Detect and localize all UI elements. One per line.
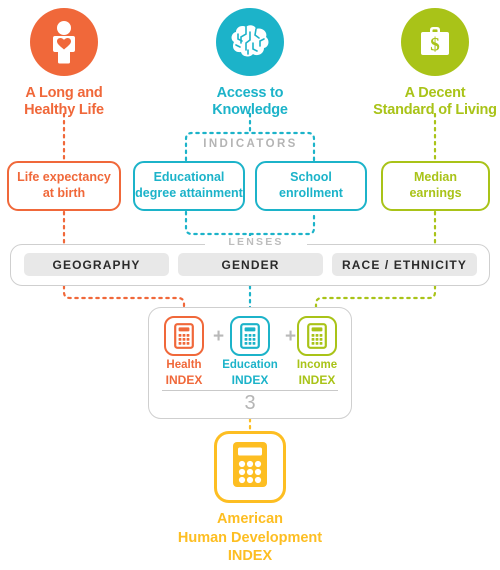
american-human-development-index-diagram: A Long and Healthy Life Access to Knowle… [0, 0, 500, 570]
pillar-health-label-line1: A Long and [25, 85, 103, 101]
indicator-life-expectancy-line1: Life expectancy [17, 170, 111, 185]
lenses-caption: LENSES [205, 236, 307, 248]
index-component-education[interactable]: Education INDEX [221, 316, 279, 387]
calculator-icon [230, 316, 270, 356]
pillar-health-label: A Long and Healthy Life [24, 85, 104, 119]
lens-pill-race-ethnicity[interactable]: RACE / ETHNICITY [332, 253, 477, 276]
lens-pill-geography[interactable]: GEOGRAPHY [24, 253, 169, 276]
index-component-income[interactable]: Income INDEX [288, 316, 346, 387]
pillar-income-label: A Decent Standard of Living [373, 85, 497, 119]
pillar-income-label-line1: A Decent [404, 85, 466, 101]
pillar-education-label-line1: Access to [216, 85, 284, 101]
final-index-label-line1: American [216, 511, 284, 527]
final-index-label-line3: INDEX [227, 548, 273, 565]
final-index-icon-box[interactable] [214, 431, 286, 503]
indicator-school-enrollment-line1: School [290, 170, 332, 185]
indicator-life-expectancy-line2: at birth [42, 186, 86, 200]
index-component-education-word: INDEX [231, 372, 269, 387]
index-component-income-name: Income [296, 359, 338, 371]
person-heart-icon [30, 8, 98, 76]
pillar-education-label-line2: Knowledge [212, 102, 288, 119]
fraction-denominator: 3 [244, 392, 256, 414]
indicators-caption: INDICATORS [203, 138, 298, 150]
index-component-education-name: Education [222, 359, 278, 371]
lens-pill-gender[interactable]: GENDER [178, 253, 323, 276]
indicator-educational-degree-attainment-line1: Educational [153, 170, 225, 185]
final-index-label: American Human Development INDEX [90, 510, 410, 566]
calculator-icon [164, 316, 204, 356]
pillar-education-label: Access to Knowledge [212, 85, 288, 119]
briefcase-dollar-icon: $ [401, 8, 469, 76]
indicator-school-enrollment[interactable]: School enrollment [255, 161, 367, 211]
index-component-health[interactable]: Health INDEX [155, 316, 213, 387]
final-index-label-line2: Human Development [177, 529, 323, 546]
indicator-median-earnings[interactable]: Median earnings [381, 161, 490, 211]
indicator-school-enrollment-line2: enrollment [279, 186, 343, 200]
indicator-life-expectancy[interactable]: Life expectancy at birth [7, 161, 121, 211]
index-component-income-word: INDEX [298, 372, 336, 387]
svg-text:$: $ [430, 35, 440, 56]
brain-icon [216, 8, 284, 76]
indicator-educational-degree-attainment-line2: degree attainment [135, 186, 243, 200]
indicator-median-earnings-line2: earnings [409, 186, 462, 200]
calculator-icon [297, 316, 337, 356]
index-component-health-name: Health [166, 359, 202, 371]
indicator-median-earnings-line1: Median [413, 170, 458, 185]
pillar-health[interactable]: A Long and Healthy Life [0, 8, 147, 119]
pillar-health-label-line2: Healthy Life [24, 102, 104, 119]
calculator-icon [233, 442, 267, 492]
index-component-health-word: INDEX [165, 372, 203, 387]
indicator-educational-degree-attainment[interactable]: Educational degree attainment [133, 161, 245, 211]
pillar-income-label-line2: Standard of Living [373, 102, 497, 119]
pillar-income[interactable]: $ A Decent Standard of Living [352, 8, 500, 119]
dotted-indicators-bottom-bracket [184, 210, 316, 236]
pillar-education[interactable]: Access to Knowledge [167, 8, 333, 119]
